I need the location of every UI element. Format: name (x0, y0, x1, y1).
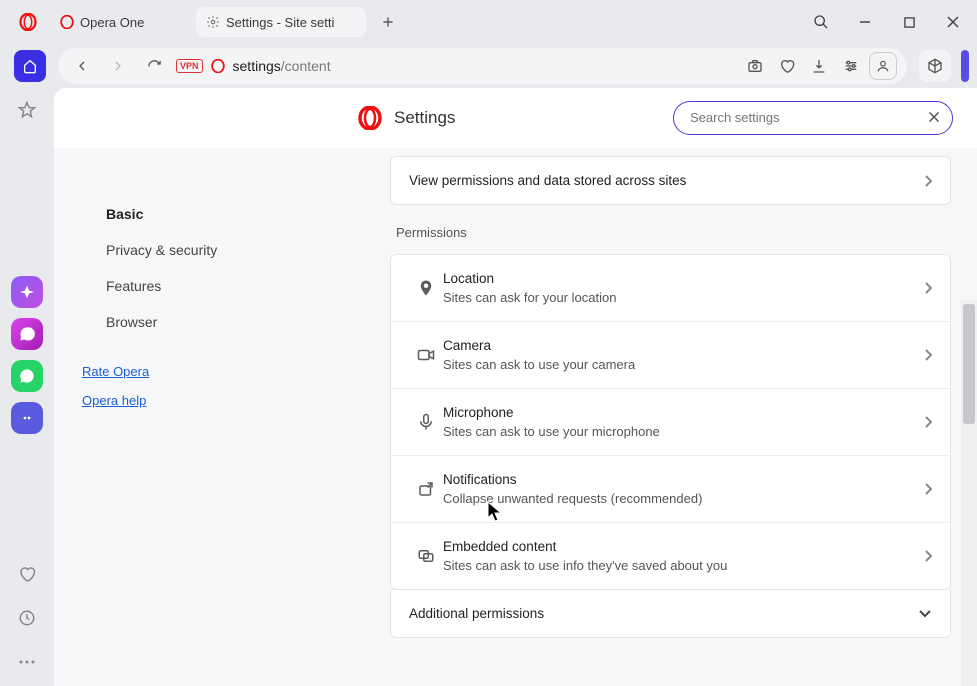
location-title: Location (443, 271, 924, 286)
history-clock-icon[interactable] (11, 602, 43, 634)
permission-notifications[interactable]: Notifications Collapse unwanted requests… (391, 456, 950, 523)
settings-title: Settings (394, 108, 455, 128)
nav-browser[interactable]: Browser (54, 304, 294, 340)
opera-help-link[interactable]: Opera help (82, 393, 294, 408)
new-tab-button[interactable] (376, 10, 400, 34)
chevron-right-icon (924, 550, 932, 562)
view-all-permissions-row[interactable]: View permissions and data stored across … (390, 156, 951, 205)
chevron-down-icon (918, 609, 932, 619)
chevron-right-icon (924, 416, 932, 428)
vpn-badge[interactable]: VPN (176, 59, 203, 73)
opera-url-icon (211, 59, 225, 73)
url-host: settings (233, 58, 281, 74)
chevron-right-icon (924, 349, 932, 361)
permissions-section-label: Permissions (390, 205, 951, 254)
notifications-title: Notifications (443, 472, 924, 487)
rate-opera-link[interactable]: Rate Opera (82, 364, 294, 379)
settings-nav: Basic Privacy & security Features Browse… (54, 148, 294, 686)
chevron-right-icon (924, 282, 932, 294)
titlebar-search-button[interactable] (803, 4, 839, 40)
tab-settings[interactable]: Settings - Site setti (196, 7, 366, 37)
minimize-button[interactable] (847, 4, 883, 40)
embedded-sub: Sites can ask to use info they've saved … (443, 558, 924, 573)
permission-location[interactable]: Location Sites can ask for your location (391, 255, 950, 322)
tab-label: Opera One (80, 15, 144, 30)
permission-embedded[interactable]: Embedded content Sites can ask to use in… (391, 523, 950, 589)
embedded-content-icon (409, 547, 443, 565)
notifications-icon (409, 480, 443, 498)
pinboards-heart-icon[interactable] (11, 558, 43, 590)
discord-icon[interactable] (11, 402, 43, 434)
clear-search-icon[interactable] (925, 108, 943, 126)
scrollbar-thumb[interactable] (963, 304, 975, 424)
profile-icon[interactable] (869, 52, 897, 80)
settings-body: Basic Privacy & security Features Browse… (54, 148, 977, 686)
microphone-icon (409, 413, 443, 431)
notifications-sub: Collapse unwanted requests (recommended) (443, 491, 924, 506)
tab-label: Settings - Site setti (226, 15, 334, 30)
opera-logo-icon (358, 106, 382, 130)
download-icon[interactable] (805, 52, 833, 80)
tab-opera-one[interactable]: Opera One (50, 7, 190, 37)
reload-button[interactable] (140, 52, 168, 80)
nav-basic[interactable]: Basic (54, 196, 294, 232)
back-button[interactable] (68, 52, 96, 80)
permissions-list: Location Sites can ask for your location… (390, 254, 951, 590)
additional-permissions-row[interactable]: Additional permissions (390, 590, 951, 638)
heart-icon[interactable] (773, 52, 801, 80)
permission-microphone[interactable]: Microphone Sites can ask to use your mic… (391, 389, 950, 456)
view-all-label: View permissions and data stored across … (409, 173, 924, 188)
search-settings-input[interactable] (673, 101, 953, 135)
extensions-cube-icon[interactable] (919, 50, 951, 82)
easy-setup-icon[interactable] (837, 52, 865, 80)
main-area: Settings Basic Privacy & security Featur… (0, 88, 977, 686)
settings-panel: View permissions and data stored across … (294, 148, 977, 686)
opera-menu-icon[interactable] (6, 13, 50, 31)
more-dots-icon[interactable] (11, 646, 43, 678)
camera-title: Camera (443, 338, 924, 353)
chevron-right-icon (924, 175, 932, 187)
snapshot-icon[interactable] (741, 52, 769, 80)
additional-label: Additional permissions (409, 606, 544, 621)
left-sidebar (0, 88, 54, 686)
bookmarks-star-icon[interactable] (11, 94, 43, 126)
chevron-right-icon (924, 483, 932, 495)
gear-icon (206, 15, 220, 29)
forward-button[interactable] (104, 52, 132, 80)
settings-page: Settings Basic Privacy & security Featur… (54, 88, 977, 686)
url-path: /content (281, 58, 331, 74)
location-pin-icon (409, 279, 443, 297)
microphone-sub: Sites can ask to use your microphone (443, 424, 924, 439)
aria-icon[interactable] (11, 276, 43, 308)
maximize-button[interactable] (891, 4, 927, 40)
nav-features[interactable]: Features (54, 268, 294, 304)
sidebar-toggle[interactable] (961, 50, 969, 82)
home-sidebar-button[interactable] (14, 50, 46, 82)
address-bar: VPN settings/content (58, 48, 907, 84)
settings-header: Settings (54, 88, 977, 148)
opera-tab-icon (60, 15, 74, 29)
close-button[interactable] (935, 4, 971, 40)
scrollbar-track[interactable] (961, 300, 977, 686)
microphone-title: Microphone (443, 405, 924, 420)
nav-privacy[interactable]: Privacy & security (54, 232, 294, 268)
messenger-icon[interactable] (11, 318, 43, 350)
camera-sub: Sites can ask to use your camera (443, 357, 924, 372)
embedded-title: Embedded content (443, 539, 924, 554)
titlebar: Opera One Settings - Site setti (0, 0, 977, 44)
url-display[interactable]: settings/content (233, 58, 733, 74)
permission-camera[interactable]: Camera Sites can ask to use your camera (391, 322, 950, 389)
address-row: VPN settings/content (0, 44, 977, 88)
location-sub: Sites can ask for your location (443, 290, 924, 305)
whatsapp-icon[interactable] (11, 360, 43, 392)
camera-icon (409, 346, 443, 364)
